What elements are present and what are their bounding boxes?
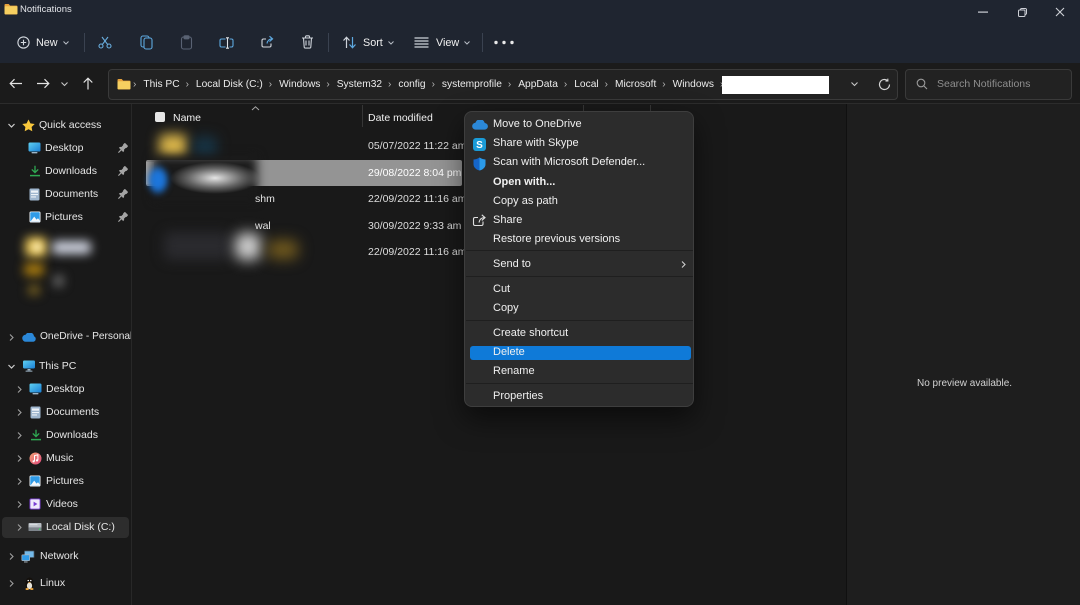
svg-text:S: S: [476, 140, 483, 151]
